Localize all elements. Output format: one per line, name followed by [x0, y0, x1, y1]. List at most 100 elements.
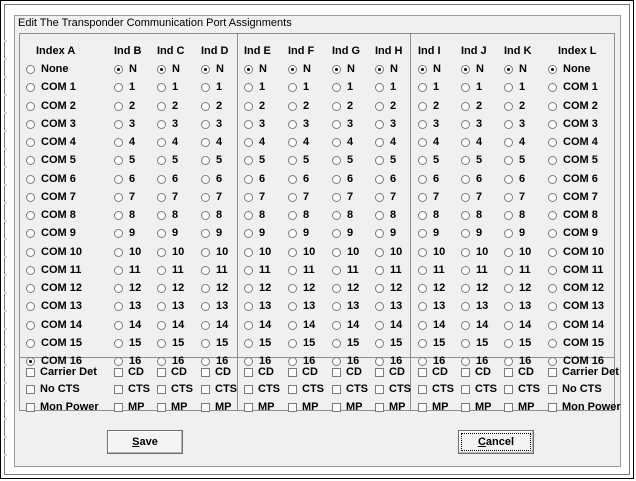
- checkbox-ind-e-row2[interactable]: CTS: [244, 381, 280, 397]
- radio-ind-i-9[interactable]: 9: [418, 225, 439, 241]
- checkbox-ind-k-row3[interactable]: MP: [504, 399, 535, 415]
- radio-index-a-none[interactable]: None: [26, 61, 69, 77]
- radio-ind-e-none[interactable]: N: [244, 61, 267, 77]
- radio-ind-j-3[interactable]: 3: [461, 116, 482, 132]
- checkbox-ind-e-row3[interactable]: MP: [244, 399, 275, 415]
- radio-ind-h-none[interactable]: N: [375, 61, 398, 77]
- radio-ind-c-5[interactable]: 5: [157, 152, 178, 168]
- radio-ind-k-1[interactable]: 1: [504, 79, 525, 95]
- radio-ind-e-4[interactable]: 4: [244, 134, 265, 150]
- cancel-button[interactable]: Cancel: [458, 430, 534, 454]
- radio-index-a-5[interactable]: COM 5: [26, 152, 76, 168]
- checkbox-ind-i-row2[interactable]: CTS: [418, 381, 454, 397]
- radio-ind-e-2[interactable]: 2: [244, 98, 265, 114]
- radio-ind-j-6[interactable]: 6: [461, 171, 482, 187]
- radio-ind-h-6[interactable]: 6: [375, 171, 396, 187]
- radio-index-a-8[interactable]: COM 8: [26, 207, 76, 223]
- radio-ind-d-3[interactable]: 3: [201, 116, 222, 132]
- radio-ind-j-13[interactable]: 13: [461, 298, 488, 314]
- radio-ind-d-5[interactable]: 5: [201, 152, 222, 168]
- radio-ind-f-12[interactable]: 12: [288, 280, 315, 296]
- radio-ind-i-13[interactable]: 13: [418, 298, 445, 314]
- radio-ind-i-14[interactable]: 14: [418, 317, 445, 333]
- radio-index-l-15[interactable]: COM 15: [548, 335, 604, 351]
- checkbox-ind-d-row1[interactable]: CD: [201, 364, 231, 380]
- radio-index-a-12[interactable]: COM 12: [26, 280, 82, 296]
- radio-ind-k-14[interactable]: 14: [504, 317, 531, 333]
- radio-ind-j-12[interactable]: 12: [461, 280, 488, 296]
- radio-ind-h-2[interactable]: 2: [375, 98, 396, 114]
- radio-ind-b-12[interactable]: 12: [114, 280, 141, 296]
- radio-ind-b-2[interactable]: 2: [114, 98, 135, 114]
- radio-ind-k-12[interactable]: 12: [504, 280, 531, 296]
- radio-ind-g-15[interactable]: 15: [332, 335, 359, 351]
- radio-ind-c-15[interactable]: 15: [157, 335, 184, 351]
- radio-ind-b-13[interactable]: 13: [114, 298, 141, 314]
- radio-ind-b-4[interactable]: 4: [114, 134, 135, 150]
- radio-ind-e-7[interactable]: 7: [244, 189, 265, 205]
- radio-ind-e-1[interactable]: 1: [244, 79, 265, 95]
- radio-ind-g-10[interactable]: 10: [332, 244, 359, 260]
- radio-ind-d-13[interactable]: 13: [201, 298, 228, 314]
- radio-ind-e-10[interactable]: 10: [244, 244, 271, 260]
- radio-ind-d-11[interactable]: 11: [201, 262, 228, 278]
- radio-ind-f-7[interactable]: 7: [288, 189, 309, 205]
- checkbox-ind-g-row2[interactable]: CTS: [332, 381, 368, 397]
- radio-index-l-4[interactable]: COM 4: [548, 134, 598, 150]
- radio-ind-d-1[interactable]: 1: [201, 79, 222, 95]
- radio-ind-f-5[interactable]: 5: [288, 152, 309, 168]
- radio-index-l-3[interactable]: COM 3: [548, 116, 598, 132]
- radio-ind-d-14[interactable]: 14: [201, 317, 228, 333]
- checkbox-ind-c-row3[interactable]: MP: [157, 399, 188, 415]
- radio-ind-b-none[interactable]: N: [114, 61, 137, 77]
- radio-ind-k-15[interactable]: 15: [504, 335, 531, 351]
- radio-ind-h-1[interactable]: 1: [375, 79, 396, 95]
- radio-ind-f-2[interactable]: 2: [288, 98, 309, 114]
- radio-ind-g-none[interactable]: N: [332, 61, 355, 77]
- checkbox-index-l-row3[interactable]: Mon Power: [548, 399, 621, 415]
- save-button[interactable]: Save: [107, 430, 183, 454]
- radio-ind-g-5[interactable]: 5: [332, 152, 353, 168]
- radio-ind-i-7[interactable]: 7: [418, 189, 439, 205]
- radio-index-l-13[interactable]: COM 13: [548, 298, 604, 314]
- radio-index-a-15[interactable]: COM 15: [26, 335, 82, 351]
- radio-index-a-4[interactable]: COM 4: [26, 134, 76, 150]
- radio-ind-i-2[interactable]: 2: [418, 98, 439, 114]
- radio-ind-k-none[interactable]: N: [504, 61, 527, 77]
- radio-ind-g-13[interactable]: 13: [332, 298, 359, 314]
- radio-ind-b-9[interactable]: 9: [114, 225, 135, 241]
- radio-ind-i-6[interactable]: 6: [418, 171, 439, 187]
- radio-ind-d-7[interactable]: 7: [201, 189, 222, 205]
- radio-ind-h-14[interactable]: 14: [375, 317, 402, 333]
- radio-ind-k-4[interactable]: 4: [504, 134, 525, 150]
- radio-ind-k-10[interactable]: 10: [504, 244, 531, 260]
- radio-index-a-2[interactable]: COM 2: [26, 98, 76, 114]
- checkbox-ind-c-row2[interactable]: CTS: [157, 381, 193, 397]
- radio-ind-f-none[interactable]: N: [288, 61, 311, 77]
- radio-ind-i-12[interactable]: 12: [418, 280, 445, 296]
- radio-index-a-10[interactable]: COM 10: [26, 244, 82, 260]
- checkbox-ind-k-row2[interactable]: CTS: [504, 381, 540, 397]
- radio-index-l-8[interactable]: COM 8: [548, 207, 598, 223]
- radio-index-l-14[interactable]: COM 14: [548, 317, 604, 333]
- radio-ind-h-15[interactable]: 15: [375, 335, 402, 351]
- radio-ind-i-3[interactable]: 3: [418, 116, 439, 132]
- radio-ind-j-1[interactable]: 1: [461, 79, 482, 95]
- checkbox-ind-c-row1[interactable]: CD: [157, 364, 187, 380]
- radio-ind-e-5[interactable]: 5: [244, 152, 265, 168]
- radio-ind-k-8[interactable]: 8: [504, 207, 525, 223]
- radio-ind-c-6[interactable]: 6: [157, 171, 178, 187]
- radio-ind-i-4[interactable]: 4: [418, 134, 439, 150]
- radio-ind-h-11[interactable]: 11: [375, 262, 402, 278]
- radio-ind-j-2[interactable]: 2: [461, 98, 482, 114]
- radio-ind-k-3[interactable]: 3: [504, 116, 525, 132]
- radio-ind-d-9[interactable]: 9: [201, 225, 222, 241]
- radio-ind-c-11[interactable]: 11: [157, 262, 184, 278]
- radio-index-l-9[interactable]: COM 9: [548, 225, 598, 241]
- radio-ind-c-2[interactable]: 2: [157, 98, 178, 114]
- radio-ind-e-13[interactable]: 13: [244, 298, 271, 314]
- radio-ind-b-6[interactable]: 6: [114, 171, 135, 187]
- radio-ind-h-5[interactable]: 5: [375, 152, 396, 168]
- radio-ind-g-4[interactable]: 4: [332, 134, 353, 150]
- checkbox-ind-e-row1[interactable]: CD: [244, 364, 274, 380]
